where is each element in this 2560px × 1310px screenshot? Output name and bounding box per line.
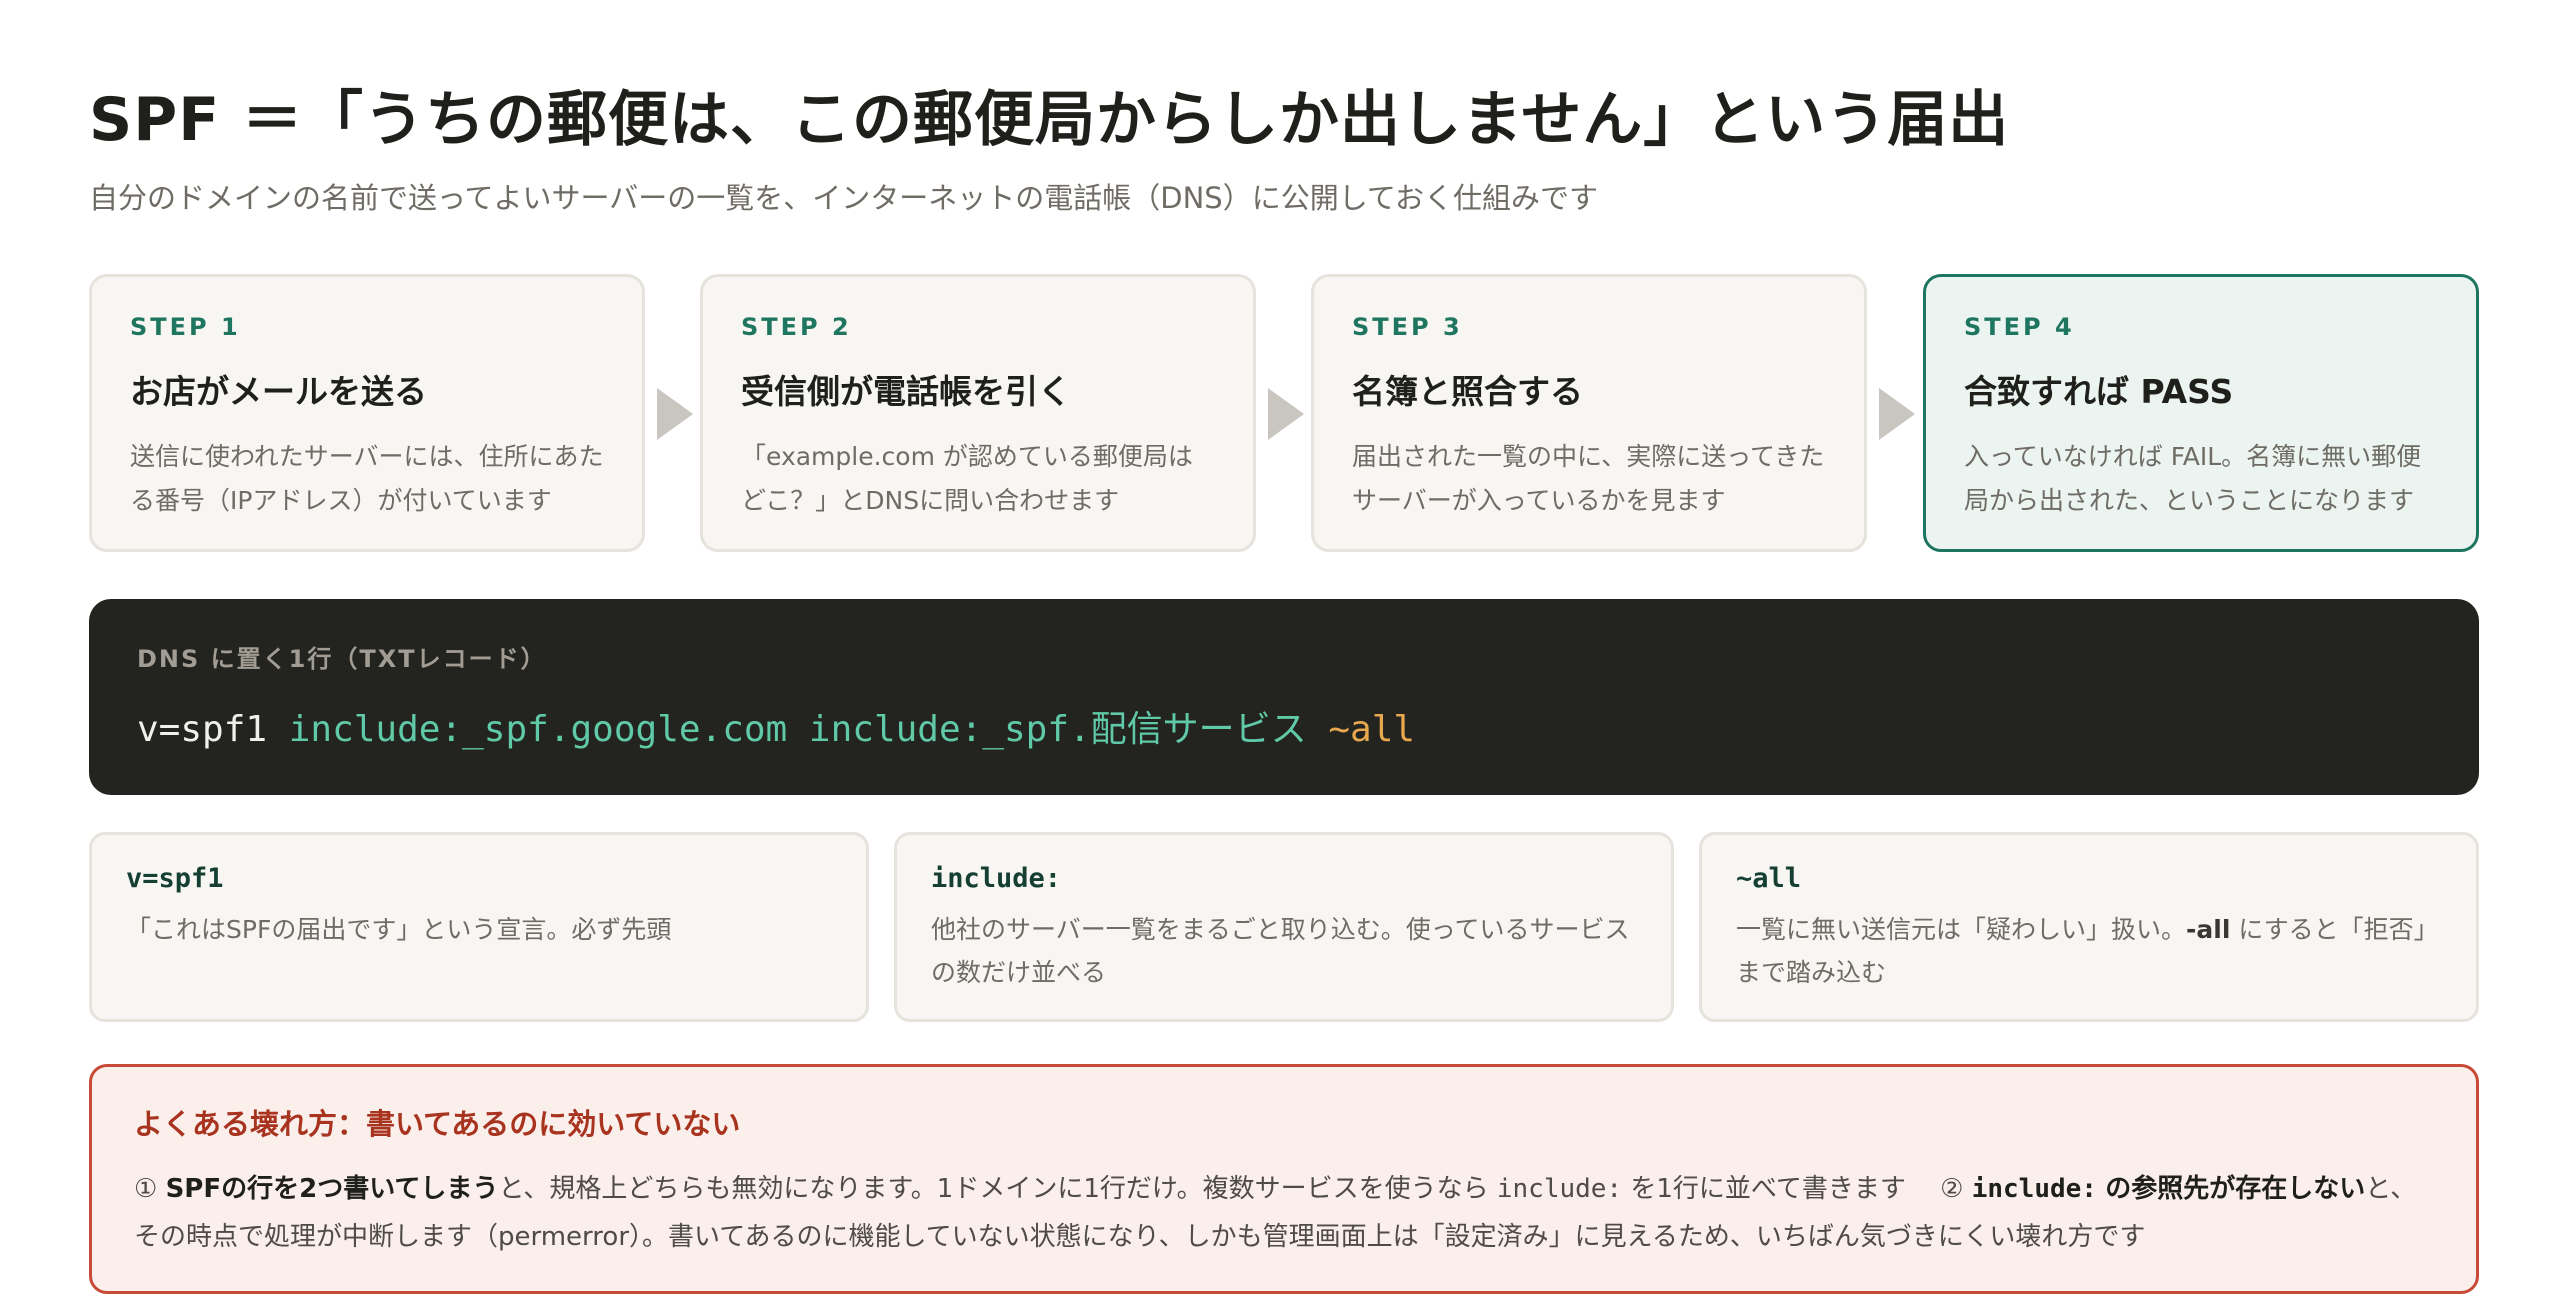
warning-title: よくある壊れ方：書いてあるのに効いていない: [134, 1107, 741, 1141]
step-title: 受信側が電話帳を引く: [741, 372, 1071, 411]
arrow-right-icon: [657, 388, 693, 440]
warning-box: よくある壊れ方：書いてあるのに効いていない ① SPFの行を2つ書いてしまうと、…: [89, 1064, 2479, 1294]
step-label: STEP 4: [1964, 313, 2075, 341]
step-card-3: STEP 3 名簿と照合する 届出された一覧の中に、実際に送ってきたサーバーが入…: [1311, 274, 1867, 552]
token-include-service: include:_spf.配信サービス: [808, 709, 1307, 750]
param-desc: 一覧に無い送信元は「疑わしい」扱い。-all にすると「拒否」まで踏み込む: [1736, 915, 2439, 987]
dns-record-box: DNS に置く1行（TXTレコード） v=spf1 include:_spf.g…: [89, 599, 2479, 795]
step-desc: 届出された一覧の中に、実際に送ってきたサーバーが入っているかを見ます: [1352, 442, 1825, 515]
token-include-google: include:_spf.google.com: [288, 709, 788, 750]
param-card-all: ~all 一覧に無い送信元は「疑わしい」扱い。-all にすると「拒否」まで踏み…: [1699, 832, 2479, 1022]
param-key: ~all: [1736, 863, 1802, 894]
step-label: STEP 2: [741, 313, 852, 341]
token-all: ~all: [1328, 709, 1416, 750]
param-cards: v=spf1 「これはSPFの届出です」という宣言。必ず先頭 include: …: [89, 832, 2479, 1022]
param-key: include:: [931, 863, 1062, 894]
step-title: 合致すれば PASS: [1964, 372, 2234, 411]
arrow-right-icon: [1268, 388, 1304, 440]
arrow-right-icon: [1879, 388, 1915, 440]
steps-flow: STEP 1 お店がメールを送る 送信に使われたサーバーには、住所にあたる番号（…: [89, 274, 2479, 552]
param-desc: 「これはSPFの届出です」という宣言。必ず先頭: [126, 915, 672, 944]
step-title: お店がメールを送る: [130, 372, 427, 411]
step-card-1: STEP 1 お店がメールを送る 送信に使われたサーバーには、住所にあたる番号（…: [89, 274, 645, 552]
param-key: v=spf1: [126, 863, 224, 894]
dns-record-label: DNS に置く1行（TXTレコード）: [137, 645, 547, 673]
page-subtitle: 自分のドメインの名前で送ってよいサーバーの一覧を、インターネットの電話帳（DNS…: [89, 181, 1598, 215]
warning-strong: の参照先が存在しない: [2105, 1174, 2366, 1204]
dns-record-line[interactable]: v=spf1 include:_spf.google.com include:_…: [137, 700, 2431, 752]
step-card-4: STEP 4 合致すれば PASS 入っていなければ FAIL。名簿に無い郵便局…: [1923, 274, 2479, 552]
step-label: STEP 1: [130, 313, 241, 341]
param-card-include: include: 他社のサーバー一覧をまるごと取り込む。使っているサービスの数だ…: [894, 832, 1674, 1022]
inline-code: include:: [1496, 1174, 1623, 1204]
step-label: STEP 3: [1352, 313, 1463, 341]
page: SPF ＝「うちの郵便は、この郵便局からしか出しません」という届出 自分のドメイ…: [89, 84, 2479, 1294]
param-desc-strong: -all: [2186, 915, 2231, 944]
step-title: 名簿と照合する: [1352, 372, 1583, 411]
step-card-2: STEP 2 受信側が電話帳を引く 「example.com が認めている郵便局…: [700, 274, 1256, 552]
page-title: SPF ＝「うちの郵便は、この郵便局からしか出しません」という届出: [89, 85, 2010, 155]
warning-strong: SPFの行を2つ書いてしまう: [165, 1174, 499, 1204]
step-desc: 送信に使われたサーバーには、住所にあたる番号（IPアドレス）が付いています: [130, 442, 604, 515]
step-desc: 入っていなければ FAIL。名簿に無い郵便局から出された、ということになります: [1964, 442, 2422, 515]
step-desc: 「example.com が認めている郵便局はどこ？」とDNSに問い合わせます: [741, 442, 1193, 515]
inline-code: include:: [1971, 1174, 2097, 1204]
token-version: v=spf1: [137, 709, 268, 750]
param-desc: 他社のサーバー一覧をまるごと取り込む。使っているサービスの数だけ並べる: [931, 915, 1630, 987]
param-card-version: v=spf1 「これはSPFの届出です」という宣言。必ず先頭: [89, 832, 869, 1022]
warning-body: ① SPFの行を2つ書いてしまうと、規格上どちらも無効になります。1ドメインに1…: [134, 1174, 2417, 1252]
